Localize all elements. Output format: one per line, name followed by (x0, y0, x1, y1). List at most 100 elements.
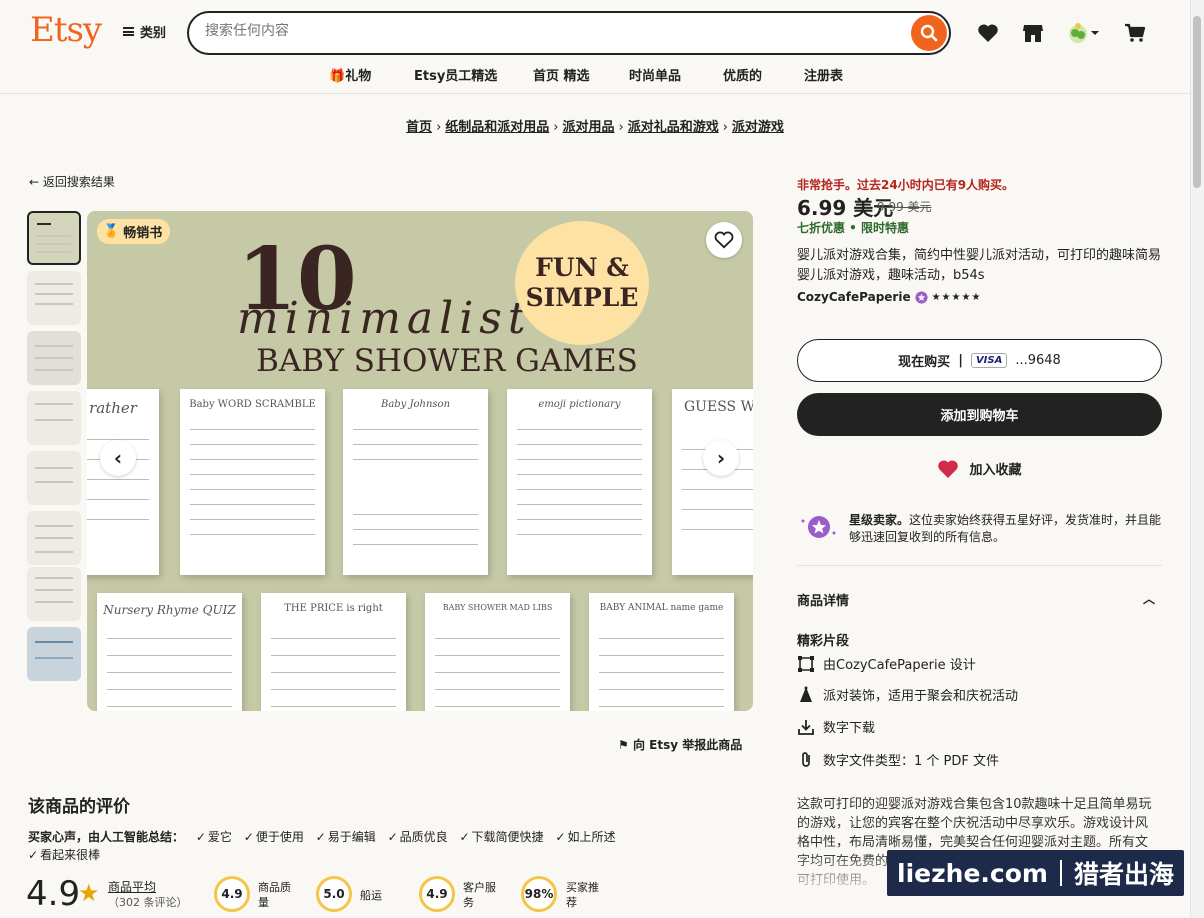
favorite-toggle[interactable] (706, 222, 742, 258)
favorites-button[interactable] (975, 20, 1001, 46)
heart-icon (938, 459, 959, 478)
chevron-left-icon: ‹ (113, 446, 123, 470)
thumbnail-4[interactable] (27, 391, 81, 445)
paperclip-icon (802, 751, 810, 767)
nav-home-favorites[interactable]: 首页 精选 (533, 65, 590, 84)
back-to-search-link[interactable]: ← 返回搜索结果 (29, 173, 115, 190)
thumbnail-6[interactable] (27, 511, 81, 565)
search-button[interactable] (911, 15, 947, 51)
gift-icon: 🎁 (329, 69, 346, 84)
search-bar (187, 11, 951, 55)
image-script-word: minimalist (237, 293, 532, 344)
report-item-link[interactable]: ⚑ 向 Etsy 举报此商品 (618, 736, 742, 753)
metric-ring: 4.9 (214, 876, 250, 912)
review-average: 商品平均 （302 条评论） (108, 880, 188, 909)
shop-name-link[interactable]: CozyCafePaperie (797, 290, 911, 304)
check-icon: ✓ (28, 848, 39, 862)
party-hat-icon (800, 686, 812, 702)
nav-registry[interactable]: 注册表 (804, 65, 843, 84)
product-image[interactable]: 10 minimalist BABY SHOWER GAMES FUN & SI… (87, 211, 753, 711)
item-details-heading[interactable]: 商品详情 (797, 590, 849, 609)
thumbnail-3[interactable] (27, 331, 81, 385)
check-icon: ✓ (459, 830, 470, 844)
thumbnail-7[interactable] (27, 567, 81, 621)
metric-ring: 98% (521, 876, 557, 912)
metric-ring: 5.0 (316, 876, 352, 912)
breadcrumb-link[interactable]: 派对礼品和游戏 (628, 120, 719, 135)
cart-icon (1125, 23, 1146, 42)
game-sheet: rather (87, 389, 159, 575)
next-image-button[interactable]: › (703, 440, 739, 476)
nav-premium[interactable]: 优质的 (723, 65, 762, 84)
reviews-title: 该商品的评价 (28, 797, 130, 817)
thumbnail-1[interactable] (27, 211, 81, 265)
watermark-separator (1059, 860, 1062, 886)
visa-icon: VISA (970, 353, 1008, 368)
game-sheet: GUESS W (672, 389, 753, 575)
review-tag: 下载简便快捷 (471, 830, 544, 844)
review-tag: 看起来很棒 (40, 848, 101, 862)
game-sheet: BABY SHOWER MAD LIBS (425, 593, 570, 711)
check-icon: ✓ (555, 830, 566, 844)
star-seller-badge-icon (801, 516, 836, 538)
summary-label: 买家心声，由人工智能总结： (28, 830, 185, 844)
product-title: 婴儿派对游戏合集，简约中性婴儿派对活动，可打印的趣味简易婴儿派对游戏，趣味活动，… (797, 248, 1162, 283)
shop-manager-button[interactable] (1020, 20, 1046, 46)
search-icon (920, 24, 938, 42)
star-seller-note: 星级卖家。这位卖家始终获得五星好评，发货准时，并且能够迅速回复收到的所有信息。 (797, 512, 1167, 546)
account-button[interactable] (1063, 20, 1103, 46)
review-tag: 易于编辑 (327, 830, 376, 844)
add-to-cart-button[interactable]: 添加到购物车 (797, 393, 1162, 436)
feature-file-type: 数字文件类型：1 个 PDF 文件 (797, 750, 999, 769)
header-divider (0, 93, 1190, 94)
search-input[interactable] (205, 23, 895, 39)
card-number: ...9648 (1015, 353, 1061, 368)
bestseller-badge: 🏅 畅销书 (97, 219, 171, 244)
watermark: liezhe.com 猎者出海 (887, 850, 1184, 896)
chevron-up-icon[interactable]: ︿ (1143, 590, 1155, 607)
divider: | (958, 353, 963, 368)
thumbnail-8[interactable] (27, 627, 81, 681)
nav-fashion-finds[interactable]: 时尚单品 (629, 65, 681, 84)
breadcrumb-link[interactable]: 首页 (406, 120, 432, 135)
medal-icon: 🏅 (103, 224, 120, 239)
nav-editors-picks[interactable]: Etsy员工精选 (414, 65, 497, 84)
game-sheet: Nursery Rhyme QUIZ (97, 593, 242, 711)
image-headline: BABY SHOWER GAMES (256, 343, 638, 379)
previous-image-button[interactable]: ‹ (100, 440, 136, 476)
thumbnail-2[interactable] (27, 271, 81, 325)
check-icon: ✓ (315, 830, 326, 844)
store-icon (1023, 25, 1043, 42)
feature-digital-download: 数字下载 (797, 717, 875, 736)
categories-button[interactable]: 类别 (123, 22, 166, 41)
scrollbar-thumb[interactable] (1193, 16, 1201, 188)
breadcrumb-separator: › (436, 120, 442, 135)
add-to-favorites-button[interactable]: 加入收藏 (797, 447, 1162, 490)
cart-button[interactable] (1122, 20, 1148, 46)
nav-gifts[interactable]: 🎁礼物 (329, 65, 371, 84)
breadcrumb-link[interactable]: 派对游戏 (732, 120, 784, 135)
buy-now-button[interactable]: 现在购买 | VISA ...9648 (797, 339, 1162, 382)
breadcrumb-separator: › (553, 120, 559, 135)
review-tag: 爱它 (207, 830, 232, 844)
chevron-down-icon (1091, 31, 1099, 35)
arrow-left-icon: ← (29, 175, 40, 189)
thumbnail-5[interactable] (27, 451, 81, 505)
review-summary: 买家心声，由人工智能总结： ✓ 爱它 ✓ 便于使用 ✓ 易于编辑 ✓ 品质优良 ✓ 下载简… (28, 828, 728, 864)
heart-outline-icon (714, 231, 734, 249)
breadcrumb-link[interactable]: 纸制品和派对用品 (445, 120, 549, 135)
breadcrumb: 首页 › 纸制品和派对用品 › 派对用品 › 派对礼品和游戏 › 派对游戏 (0, 116, 1190, 135)
check-icon: ✓ (387, 830, 398, 844)
feature-designed-by: 由CozyCafePaperie 设计 (797, 654, 976, 673)
etsy-logo[interactable]: Etsy (30, 10, 102, 50)
breadcrumb-link[interactable]: 派对用品 (562, 120, 614, 135)
urgency-message: 非常抢手。过去24小时内已有9人购买。 (797, 178, 1015, 192)
metric-label: 买家推荐 (566, 881, 599, 909)
star-icon: ★ (78, 879, 100, 907)
review-tag: 品质优良 (399, 830, 448, 844)
categories-label: 类别 (140, 26, 167, 41)
heart-icon (978, 24, 998, 42)
sale-label: 七折优惠 • 限时特惠 (797, 221, 910, 235)
shop-info: CozyCafePaperie ★★★★★ (797, 290, 981, 304)
chevron-right-icon: › (716, 446, 726, 470)
